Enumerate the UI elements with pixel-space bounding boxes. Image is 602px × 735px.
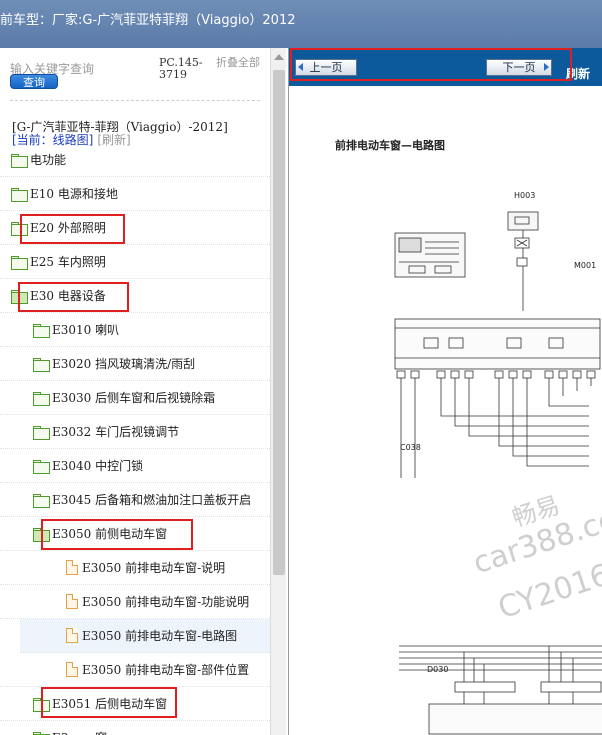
folder-icon	[33, 459, 50, 474]
tree-item-label: 电功能	[30, 153, 67, 167]
highlight-box	[18, 282, 129, 312]
highlight-box	[41, 519, 193, 550]
tree-item-label: E3040 中控门锁	[52, 459, 144, 473]
component-m001: M001	[574, 261, 597, 270]
component-d030: D030	[427, 665, 449, 674]
tree-item-label: E3045 后备箱和燃油加注口盖板开启	[52, 493, 252, 507]
folder-icon	[11, 187, 28, 202]
tree-item-label: E3... ...窗	[52, 729, 107, 735]
tree-scrollbar[interactable]	[270, 48, 286, 735]
component-h003: H003	[514, 191, 536, 200]
highlight-box	[41, 687, 177, 718]
component-c038: C038	[400, 443, 421, 452]
tree-item-label: E3032 车门后视镜调节	[52, 425, 180, 439]
folder-icon	[11, 153, 28, 168]
document-viewer: 上一页 下一页 刷新 前排电动车窗—电路图 H003 M001 C038 D03…	[288, 48, 602, 735]
tree-folder-item[interactable]: E3020 挡风玻璃清洗/雨刮	[0, 347, 270, 381]
nav-highlight-box	[290, 48, 572, 81]
tree-folder-item[interactable]: E3010 喇叭	[0, 313, 270, 347]
window-title-bar: 前车型：厂家:G-广汽菲亚特菲翔（Viaggio）2012	[0, 0, 602, 48]
tree-item-label: E3050 前排电动车窗-说明	[82, 561, 226, 575]
folder-icon	[33, 731, 50, 735]
search-area: 输入关键字查询 查询 PC.145-3719 折叠全部	[0, 48, 270, 106]
folder-icon	[33, 425, 50, 440]
tree-folder-item[interactable]: E3... ...窗	[0, 721, 270, 735]
tree-item-label: E25 车内照明	[30, 255, 106, 269]
tree-folder-item[interactable]: 电功能	[0, 143, 270, 177]
folder-icon	[33, 493, 50, 508]
tree-document-item[interactable]: E3050 前排电动车窗-说明	[0, 551, 270, 585]
tree-item-label: E3050 前排电动车窗-部件位置	[82, 663, 250, 677]
tree-item-label: E3030 后侧车窗和后视镜除霜	[52, 391, 216, 405]
search-button[interactable]: 查询	[10, 74, 58, 89]
tree-document-item[interactable]: E3050 前排电动车窗-部件位置	[0, 653, 270, 687]
tree-folder-item[interactable]: E3030 后侧车窗和后视镜除霜	[0, 381, 270, 415]
circuit-diagram	[394, 211, 602, 735]
window-title: 前车型：厂家:G-广汽菲亚特菲翔（Viaggio）2012	[0, 13, 296, 28]
navigation-panel: 输入关键字查询 查询 PC.145-3719 折叠全部 [G-广汽菲亚特-菲翔（…	[0, 48, 286, 735]
tree-folder-item[interactable]: E10 电源和接地	[0, 177, 270, 211]
document-icon	[66, 594, 78, 609]
tree-folder-item[interactable]: E3040 中控门锁	[0, 449, 270, 483]
tree-folder-item[interactable]: E3045 后备箱和燃油加注口盖板开启	[0, 483, 270, 517]
tree-document-item[interactable]: E3050 前排电动车窗-功能说明	[0, 585, 270, 619]
tree-item-label: E3050 前排电动车窗-电路图	[82, 629, 238, 643]
scroll-thumb[interactable]	[273, 70, 285, 575]
tree-folder-item[interactable]: E25 车内照明	[0, 245, 270, 279]
document-icon	[66, 662, 78, 677]
tree-document-item[interactable]: E3050 前排电动车窗-电路图	[20, 619, 270, 653]
collapse-all-button[interactable]: 折叠全部	[216, 57, 260, 69]
folder-icon	[33, 391, 50, 406]
tree-item-label: E3050 前排电动车窗-功能说明	[82, 595, 250, 609]
tree-folder-item[interactable]: E3032 车门后视镜调节	[0, 415, 270, 449]
divider	[10, 100, 260, 101]
pc-code: PC.145-3719	[159, 56, 203, 81]
scroll-up-icon[interactable]	[274, 54, 284, 60]
tree-item-label: E10 电源和接地	[30, 187, 118, 201]
folder-icon	[33, 357, 50, 372]
document-icon	[66, 560, 78, 575]
tree-item-label: E3010 喇叭	[52, 323, 120, 337]
document-icon	[66, 628, 78, 643]
folder-icon	[33, 323, 50, 338]
highlight-box	[20, 214, 125, 244]
folder-icon	[11, 255, 28, 270]
tree-item-label: E3020 挡风玻璃清洗/雨刮	[52, 357, 196, 371]
